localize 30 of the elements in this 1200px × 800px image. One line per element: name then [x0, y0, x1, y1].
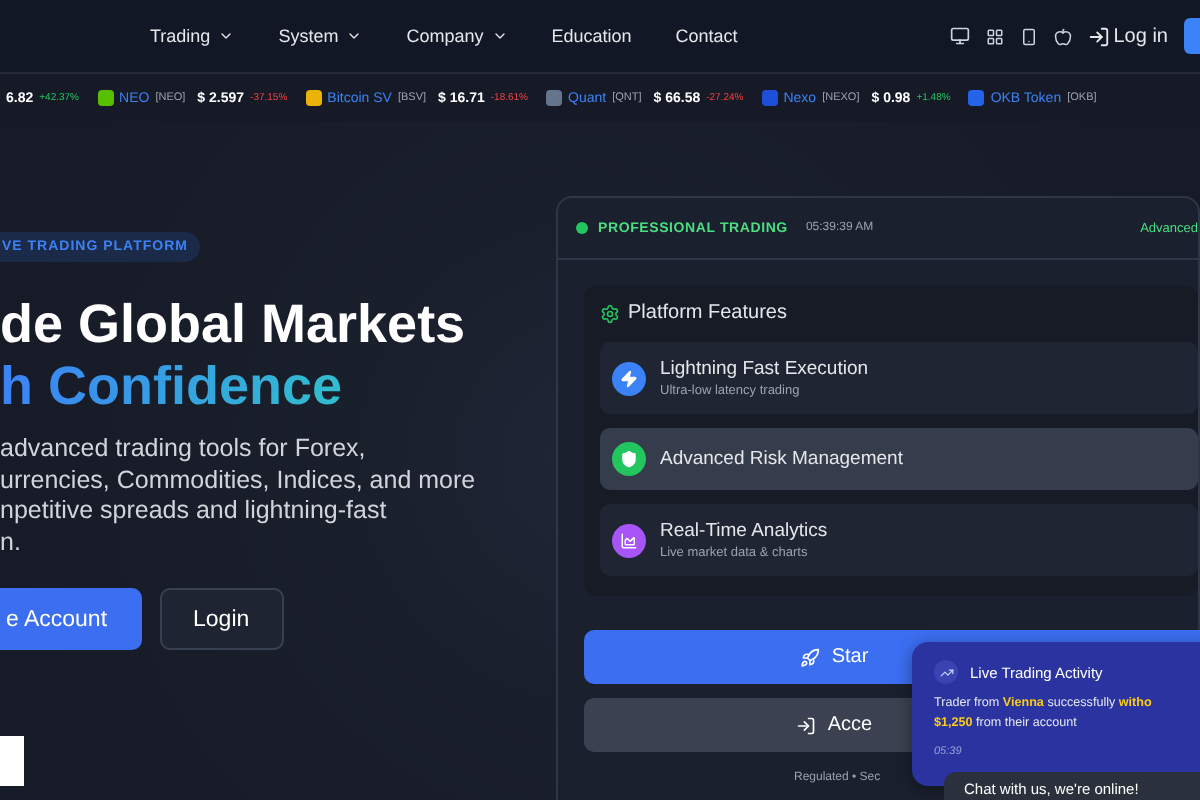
- chevron-down-icon: [491, 28, 508, 44]
- rocket-icon: [799, 647, 820, 667]
- login-button[interactable]: Login: [159, 588, 284, 650]
- nav-link[interactable]: Trading: [150, 26, 235, 46]
- chevron-down-icon: [346, 28, 363, 44]
- hero-description: n.: [0, 527, 23, 558]
- login-icon: [795, 715, 816, 735]
- status-dot: [576, 222, 588, 234]
- monitor-icon[interactable]: [949, 26, 970, 46]
- feature-title: Advanced Risk Management: [660, 448, 903, 470]
- create-account-button[interactable]: e Account: [0, 588, 142, 650]
- hero-description: urrencies, Commodities, Indices, and more: [0, 465, 476, 496]
- nav-link[interactable]: Contact: [675, 26, 738, 46]
- hero-description: npetitive spreads and lightning-fast: [0, 496, 389, 527]
- gears-icon: [600, 303, 620, 323]
- hero-description: advanced trading tools for Forex,: [0, 434, 368, 465]
- hero-heading: de Global Markets: [0, 294, 466, 356]
- signup-button[interactable]: [1184, 18, 1200, 54]
- chevron-down-icon: [218, 28, 235, 44]
- feature-title: Lightning Fast Execution: [660, 358, 869, 380]
- nav-link[interactable]: System: [278, 26, 363, 46]
- feature-item[interactable]: Advanced Risk Management: [600, 428, 1198, 490]
- nav-link[interactable]: Education: [551, 26, 632, 46]
- login-link[interactable]: Log in: [1087, 25, 1168, 47]
- login-icon: [1087, 25, 1110, 47]
- nav-link[interactable]: Company: [406, 26, 508, 46]
- features-title: Platform Features: [628, 302, 787, 324]
- trend-icon: [934, 660, 958, 684]
- apple-icon[interactable]: [1053, 27, 1072, 45]
- feature-title: Real-Time Analytics: [660, 520, 828, 542]
